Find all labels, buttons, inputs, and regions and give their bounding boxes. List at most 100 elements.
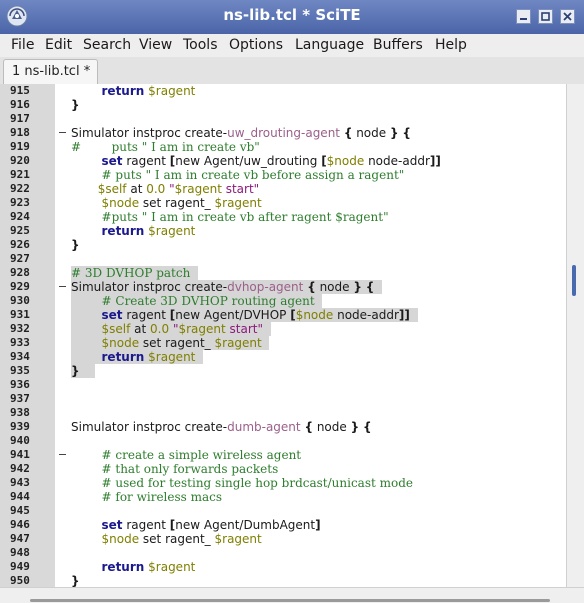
code-line[interactable]: 944 # for wireless macs xyxy=(0,490,566,504)
code-text: set ragent [new Agent/uw_drouting [$node… xyxy=(71,154,441,168)
line-number: 919 xyxy=(10,140,30,153)
minimize-button[interactable] xyxy=(516,9,531,24)
code-token: } xyxy=(71,98,80,112)
code-line[interactable]: 940 xyxy=(0,434,566,448)
code-line[interactable]: 943 # used for testing single hop brdcas… xyxy=(0,476,566,490)
code-token: at xyxy=(130,322,151,336)
code-line[interactable]: 941 # create a simple wireless agent xyxy=(0,448,566,462)
code-token: node xyxy=(315,280,354,294)
line-number: 917 xyxy=(10,112,30,125)
line-number: 920 xyxy=(10,154,30,167)
menu-language[interactable]: Language xyxy=(295,37,364,53)
menu-edit[interactable]: Edit xyxy=(45,37,72,53)
code-line[interactable]: 925 return $ragent xyxy=(0,224,566,238)
code-line[interactable]: 917 xyxy=(0,112,566,126)
code-line[interactable]: 927 xyxy=(0,252,566,266)
code-line[interactable]: 921 # puts " I am in create vb before as… xyxy=(0,168,566,182)
code-token: set xyxy=(101,518,123,532)
code-line[interactable]: 915 return $ragent xyxy=(0,84,566,98)
line-number: 925 xyxy=(10,224,30,237)
line-number: 935 xyxy=(10,364,30,377)
code-line[interactable]: 939 Simulator instproc create-dumb-agent … xyxy=(0,420,566,434)
horizontal-scroll-thumb[interactable] xyxy=(30,599,550,602)
code-line[interactable]: 926} xyxy=(0,238,566,252)
code-line[interactable]: 942 # that only forwards packets xyxy=(0,462,566,476)
title-bar[interactable]: ns-lib.tcl * SciTE xyxy=(0,0,584,35)
fold-marker-icon[interactable] xyxy=(59,286,66,287)
line-number: 933 xyxy=(10,336,30,349)
code-token: new Agent/DVHOP xyxy=(175,308,291,322)
code-line[interactable]: 916} xyxy=(0,98,566,112)
horizontal-scrollbar[interactable] xyxy=(0,587,584,603)
line-number: 950 xyxy=(10,574,30,587)
code-line[interactable]: 933 $node set ragent_ $ragent xyxy=(0,336,566,350)
code-line[interactable]: 946 set ragent [new Agent/DumbAgent] xyxy=(0,518,566,532)
code-token: $ragent xyxy=(214,336,262,350)
code-line[interactable]: 931 set ragent [new Agent/DVHOP [$node n… xyxy=(0,308,566,322)
code-line[interactable]: 949 return $ragent xyxy=(0,560,566,574)
code-token: $ragent xyxy=(174,182,222,196)
vertical-scroll-thumb[interactable] xyxy=(572,265,576,296)
code-line[interactable]: 947 $node set ragent_ $ragent xyxy=(0,532,566,546)
code-text: } xyxy=(71,98,80,112)
code-line[interactable]: 930 # Create 3D DVHOP routing agent xyxy=(0,294,566,308)
code-editor[interactable]: 915 return $ragent 916} 917 918 Simulator in… xyxy=(0,84,566,587)
code-token: $ragent xyxy=(178,322,226,336)
code-line[interactable]: 945 xyxy=(0,504,566,518)
menu-file[interactable]: File xyxy=(11,37,34,53)
vertical-scrollbar[interactable] xyxy=(566,84,584,587)
fold-marker-icon[interactable] xyxy=(59,132,66,133)
tab-ns-lib[interactable]: 1 ns-lib.tcl * xyxy=(3,59,98,84)
code-line[interactable]: 936 xyxy=(0,378,566,392)
code-token: # used for testing single hop brdcast/un… xyxy=(101,476,414,490)
menu-search[interactable]: Search xyxy=(83,37,131,53)
menu-tools[interactable]: Tools xyxy=(183,37,218,53)
code-line[interactable]: 950} xyxy=(0,574,566,587)
code-line[interactable]: 920 set ragent [new Agent/uw_drouting [$… xyxy=(0,154,566,168)
line-number: 915 xyxy=(10,84,30,97)
fold-marker-icon[interactable] xyxy=(59,454,66,455)
code-text: return $ragent xyxy=(71,224,196,238)
code-line[interactable]: 919 # puts " I am in create vb" xyxy=(0,140,566,154)
maximize-button[interactable] xyxy=(538,9,553,24)
code-text: set ragent [new Agent/DVHOP [$node node-… xyxy=(71,308,418,322)
code-line[interactable]: 937 xyxy=(0,392,566,406)
code-line[interactable]: 928 # 3D DVHOP patch xyxy=(0,266,566,280)
code-line[interactable]: 932 $self at 0.0 "$ragent start" xyxy=(0,322,566,336)
code-line[interactable]: 922 $self at 0.0 "$ragent start" xyxy=(0,182,566,196)
code-token: start" xyxy=(225,322,264,336)
code-line[interactable]: 929 Simulator instproc create-dvhop-agent… xyxy=(0,280,566,294)
code-line[interactable]: 935} xyxy=(0,364,566,378)
line-number: 949 xyxy=(10,560,30,573)
close-button[interactable] xyxy=(560,9,575,24)
code-line[interactable]: 934 return $ragent xyxy=(0,350,566,364)
code-token: return xyxy=(101,224,145,238)
menu-options[interactable]: Options xyxy=(229,37,283,53)
line-number: 926 xyxy=(10,238,30,251)
code-text: $self at 0.0 "$ragent start" xyxy=(71,182,260,196)
code-token: { xyxy=(362,420,372,434)
code-line[interactable]: 924 #puts " I am in create vb after rage… xyxy=(0,210,566,224)
code-token: dvhop-agent xyxy=(227,280,304,294)
window-title: ns-lib.tcl * SciTE xyxy=(223,6,361,24)
code-token: $ragent xyxy=(148,224,196,238)
menu-buffers[interactable]: Buffers xyxy=(373,37,423,53)
line-number: 921 xyxy=(10,168,30,181)
code-line[interactable]: 918 Simulator instproc create-uw_drouting… xyxy=(0,126,566,140)
code-text: # 3D DVHOP patch xyxy=(71,266,198,280)
code-line[interactable]: 948 xyxy=(0,546,566,560)
line-number: 946 xyxy=(10,518,30,531)
code-line[interactable]: 923 $node set ragent_ $ragent xyxy=(0,196,566,210)
menu-help[interactable]: Help xyxy=(435,37,467,53)
menu-view[interactable]: View xyxy=(139,37,172,53)
code-text: return $ragent xyxy=(71,84,196,98)
code-line[interactable]: 938 xyxy=(0,406,566,420)
code-text: $node set ragent_ $ragent xyxy=(71,532,262,546)
